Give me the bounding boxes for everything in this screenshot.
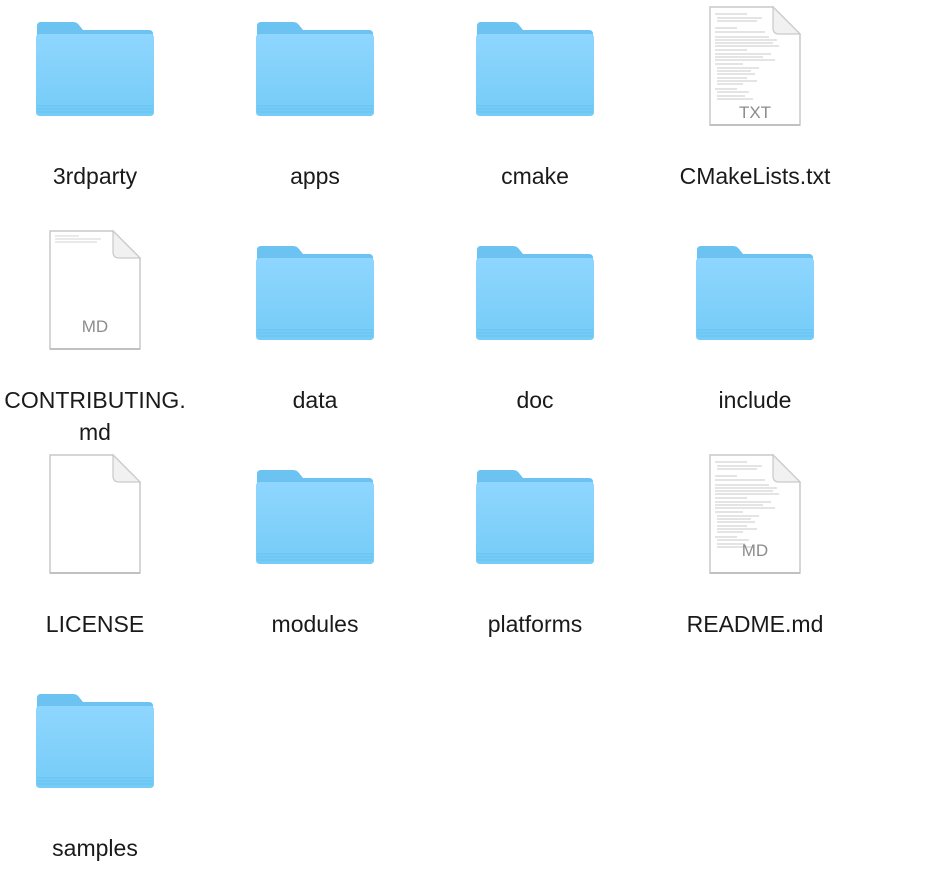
text-document-icon: TXT <box>655 18 855 158</box>
item-label: platforms <box>487 611 583 637</box>
item-label: CMakeLists.txt <box>679 163 831 189</box>
item-label: doc <box>516 387 554 413</box>
folder-item-cmake[interactable]: cmake <box>435 18 635 218</box>
folder-item-modules[interactable]: modules <box>215 466 415 666</box>
folder-icon <box>215 18 415 158</box>
item-label: samples <box>52 835 138 861</box>
file-item-cmakelists-txt[interactable]: TXT CMakeLists.txt <box>655 18 855 218</box>
item-label: include <box>718 387 792 413</box>
item-label: cmake <box>501 163 569 189</box>
file-item-license[interactable]: LICENSE <box>0 466 195 666</box>
folder-icon <box>435 18 635 158</box>
folder-icon <box>435 466 635 606</box>
folder-item-samples[interactable]: samples <box>0 690 195 890</box>
file-item-contributing-md[interactable]: MD CONTRIBUTING. md <box>0 242 195 445</box>
item-label-line-2: md <box>79 419 111 445</box>
folder-icon <box>215 466 415 606</box>
folder-icon <box>435 242 635 382</box>
item-label: README.md <box>686 611 824 637</box>
item-label: LICENSE <box>45 611 145 637</box>
folder-icon <box>655 242 855 382</box>
document-badge: MD <box>742 541 768 560</box>
item-label: modules <box>271 611 359 637</box>
markdown-document-icon: MD <box>655 466 855 606</box>
folder-item-apps[interactable]: apps <box>215 18 415 218</box>
item-label: apps <box>290 163 340 189</box>
blank-document-icon <box>0 466 195 606</box>
folder-item-doc[interactable]: doc <box>435 242 635 442</box>
document-badge: TXT <box>739 103 771 122</box>
folder-icon <box>0 18 195 158</box>
item-label: 3rdparty <box>52 163 138 189</box>
item-label: data <box>292 387 338 413</box>
folder-icon <box>215 242 415 382</box>
item-label-line-1: CONTRIBUTING. <box>4 387 186 413</box>
item-label: CONTRIBUTING. md <box>0 384 195 448</box>
file-item-readme-md[interactable]: MD README.md <box>655 466 855 666</box>
folder-icon <box>0 690 195 830</box>
folder-item-include[interactable]: include <box>655 242 855 442</box>
folder-item-platforms[interactable]: platforms <box>435 466 635 666</box>
folder-item-3rdparty[interactable]: 3rdparty <box>0 18 195 218</box>
document-badge: MD <box>82 317 108 336</box>
folder-item-data[interactable]: data <box>215 242 415 442</box>
markdown-document-icon: MD <box>0 242 195 382</box>
